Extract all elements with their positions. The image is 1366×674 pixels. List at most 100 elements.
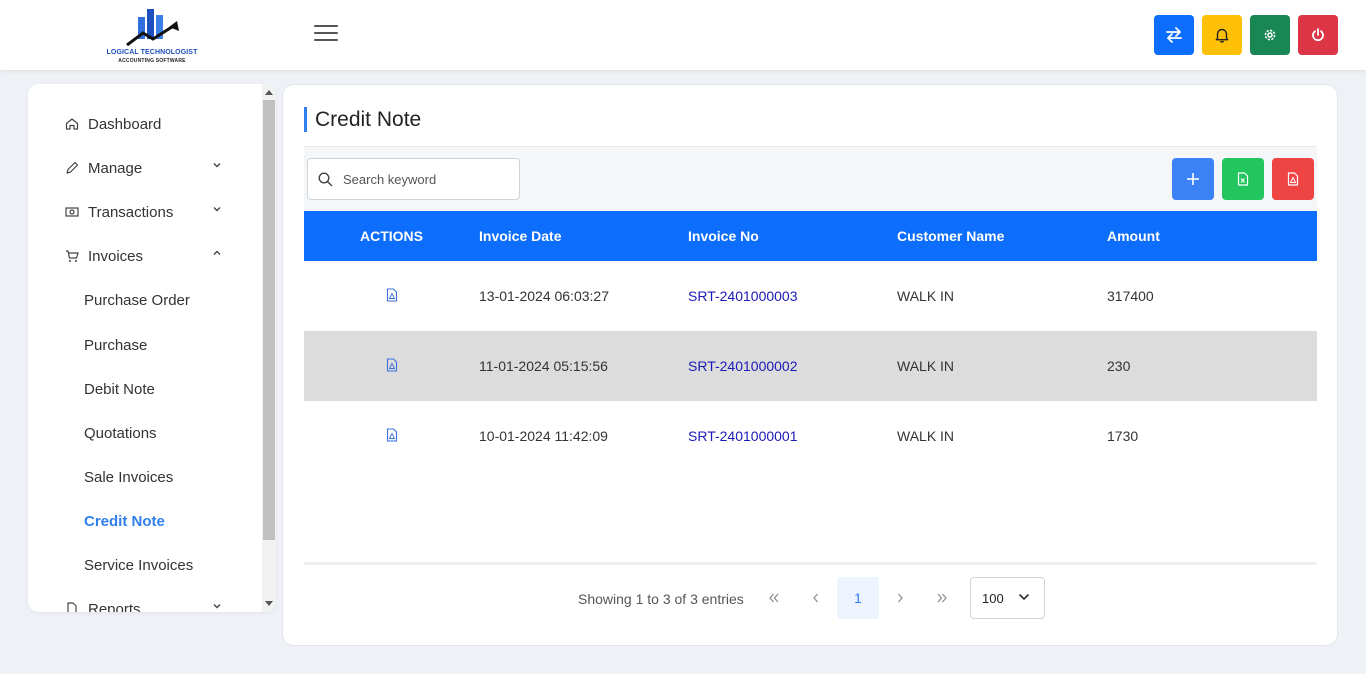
export-pdf-button[interactable] [1272,158,1314,200]
last-page-button[interactable] [921,577,963,619]
pdf-file-icon[interactable] [386,427,398,442]
sidebar-item-sale-invoices[interactable]: Sale Invoices [84,465,173,489]
column-header-customer-name[interactable]: Customer Name [897,211,1107,261]
invoice-no-cell: SRT-2401000002 [688,331,897,401]
sidebar-item-quotations[interactable]: Quotations [84,421,157,445]
logout-button[interactable] [1298,15,1338,55]
home-icon [64,116,80,132]
chevron-up-icon [213,250,221,255]
row-actions-cell [304,261,479,331]
row-actions-cell [304,331,479,401]
invoice-link[interactable]: SRT-2401000001 [688,428,798,444]
content-card: Credit Note Search keyword ACTIONS Invoi… [282,84,1338,646]
double-chevron-left-icon [769,593,779,603]
scrollbar-thumb[interactable] [263,100,275,540]
sidebar-item-service-invoices[interactable]: Service Invoices [84,553,193,577]
switch-arrows-icon [1166,27,1182,43]
report-icon [64,601,80,612]
amount-cell: 230 [1107,358,1131,374]
top-header: LOGICAL TECHNOLOGIST ACCOUNTING SOFTWARE [0,0,1366,70]
invoice-date-cell: 10-01-2024 11:42:09 [479,428,608,444]
brand-logo[interactable]: LOGICAL TECHNOLOGIST ACCOUNTING SOFTWARE [104,3,200,67]
chevron-down-icon [1018,593,1030,601]
column-header-invoice-no[interactable]: Invoice No [688,211,897,261]
sidebar-item-manage[interactable]: Manage [64,156,264,180]
first-page-button[interactable] [753,577,795,619]
pencil-icon [64,160,80,176]
pagination: Showing 1 to 3 of 3 entries 1 100 [283,577,1339,621]
power-icon [1312,28,1324,42]
chevron-right-icon [898,593,903,603]
sidebar-item-label: Dashboard [88,115,162,133]
excel-file-icon [1237,172,1249,186]
sidebar-item-debit-note[interactable]: Debit Note [84,377,155,401]
sidebar-item-label: Transactions [88,203,174,221]
scroll-down-arrow-icon[interactable] [265,601,273,606]
logo-chart-icon [126,9,179,47]
customer-name-cell: WALK IN [897,358,955,374]
column-header-invoice-date[interactable]: Invoice Date [479,211,688,261]
switch-button[interactable] [1154,15,1194,55]
sidebar-item-dashboard[interactable]: Dashboard [64,112,264,136]
plus-icon [1187,173,1199,185]
invoice-no-cell: SRT-2401000003 [688,261,897,331]
chevron-down-icon [213,604,221,609]
sidebar-item-credit-note[interactable]: Credit Note [84,509,165,533]
sidebar-item-transactions[interactable]: Transactions [64,200,264,224]
sidebar-item-purchase[interactable]: Purchase [84,333,147,357]
invoice-link[interactable]: SRT-2401000002 [688,358,798,374]
invoice-link[interactable]: SRT-2401000003 [688,288,798,304]
search-box[interactable] [307,158,520,200]
sidebar-item-label: Invoices [88,247,144,265]
amount-cell: 1730 [1107,428,1139,444]
page-number-button[interactable]: 1 [837,577,879,619]
table-row: 10-01-2024 11:42:09 SRT-2401000001 WALK … [304,401,1317,471]
next-page-button[interactable] [879,577,921,619]
pdf-file-icon[interactable] [386,287,398,302]
export-excel-button[interactable] [1222,158,1264,200]
brand-title: LOGICAL TECHNOLOGIST [106,49,198,56]
search-input[interactable] [343,171,503,187]
double-chevron-right-icon [937,593,947,603]
invoice-date-cell: 13-01-2024 06:03:27 [479,288,609,304]
chevron-left-icon [813,593,818,603]
page-title: Credit Note [304,107,421,132]
sidebar-item-invoices[interactable]: Invoices [64,244,264,268]
sidebar-item-purchase-order[interactable]: Purchase Order [84,288,190,312]
chevron-down-icon [213,207,221,212]
row-actions-cell [304,401,479,471]
customer-name-cell: WALK IN [897,288,955,304]
sidebar-item-label: Manage [88,159,143,177]
money-icon [64,204,80,220]
table-row: 13-01-2024 06:03:27 SRT-2401000003 WALK … [304,261,1317,331]
brand-subtitle: ACCOUNTING SOFTWARE [118,58,186,64]
column-header-amount[interactable]: Amount [1107,211,1317,261]
invoice-no-cell: SRT-2401000001 [688,401,897,471]
table-toolbar [304,146,1317,211]
page-size-value: 100 [982,590,1004,606]
cart-icon [64,248,80,264]
pdf-file-icon [1287,172,1299,186]
bell-icon [1215,28,1229,43]
sidebar-item-label: Reports [88,600,141,613]
previous-page-button[interactable] [795,577,837,619]
pdf-file-icon[interactable] [386,357,398,372]
entries-info: Showing 1 to 3 of 3 entries [578,591,744,607]
menu-toggle-icon[interactable] [314,25,338,45]
settings-button[interactable] [1250,15,1290,55]
sidebar-item-reports[interactable]: Reports [64,597,264,612]
customer-name-cell: WALK IN [897,428,955,444]
search-icon [318,171,333,186]
column-header-actions[interactable]: ACTIONS [304,211,479,261]
scroll-up-arrow-icon[interactable] [265,90,273,95]
table-footer-divider [304,562,1317,565]
add-button[interactable] [1172,158,1214,200]
notifications-button[interactable] [1202,15,1242,55]
invoice-date-cell: 11-01-2024 05:15:56 [479,358,608,374]
page-size-select[interactable]: 100 [970,577,1045,619]
amount-cell: 317400 [1107,288,1154,304]
table-row: 11-01-2024 05:15:56 SRT-2401000002 WALK … [304,331,1317,401]
table-header-row: ACTIONS Invoice Date Invoice No Customer… [304,211,1317,261]
gear-icon [1264,29,1276,41]
sidebar: Dashboard Manage Transactions Invoices P… [28,84,276,612]
